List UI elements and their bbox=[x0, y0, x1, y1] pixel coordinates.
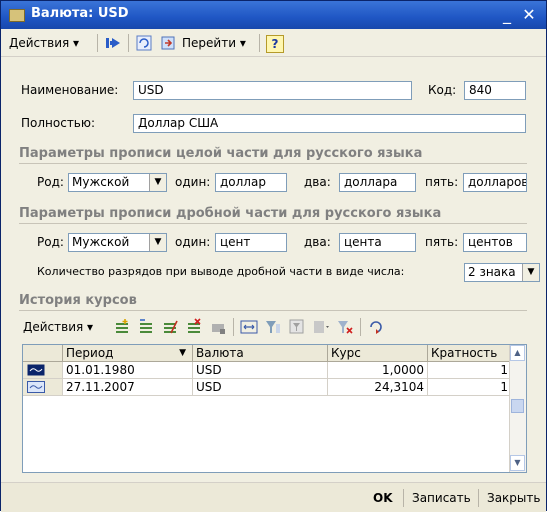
column-header-currency[interactable]: Валюта bbox=[193, 345, 328, 362]
refresh-icon[interactable] bbox=[135, 34, 153, 52]
digits-value: 2 знака bbox=[468, 265, 516, 279]
toolbar-separator bbox=[259, 34, 260, 52]
save-button[interactable]: Записать bbox=[412, 489, 471, 507]
name-field[interactable]: USD bbox=[133, 81, 412, 100]
integer-five-label: пять: bbox=[425, 175, 459, 189]
section-divider bbox=[19, 310, 527, 311]
chevron-down-icon[interactable]: ▼ bbox=[522, 264, 539, 281]
digits-label: Количество разрядов при выводе дробной ч… bbox=[37, 265, 405, 278]
chevron-down-icon[interactable]: ▼ bbox=[149, 174, 166, 191]
copy-row-icon[interactable] bbox=[137, 318, 155, 336]
edit-row-icon[interactable] bbox=[161, 318, 179, 336]
integer-one-field[interactable]: доллар bbox=[215, 173, 287, 192]
dialog-footer: OK Записать Закрыть bbox=[1, 482, 546, 512]
integer-gender-select[interactable]: Мужской ▼ bbox=[68, 173, 167, 192]
column-header-period-label: Период bbox=[66, 346, 114, 360]
table-vertical-scrollbar[interactable]: ▲ ▼ bbox=[509, 345, 526, 472]
history-section-title: История курсов bbox=[19, 293, 137, 308]
column-header-multiplier[interactable]: Кратность bbox=[428, 345, 512, 362]
integer-two-label: два: bbox=[304, 175, 331, 189]
fraction-section-title: Параметры прописи дробной части для русс… bbox=[19, 206, 442, 221]
record-icon bbox=[27, 364, 45, 376]
section-divider bbox=[19, 163, 527, 164]
help-icon[interactable]: ? bbox=[266, 35, 284, 53]
history-actions-label: Действия bbox=[23, 320, 84, 334]
goto-menu[interactable]: Перейти ▾ bbox=[182, 34, 246, 52]
cell-rate[interactable]: 24,3104 bbox=[328, 379, 428, 396]
delete-row-icon[interactable] bbox=[185, 318, 203, 336]
cell-rate[interactable]: 1,0000 bbox=[328, 362, 428, 379]
footer-separator bbox=[478, 489, 479, 507]
title-bar[interactable]: Валюта: USD _ ✕ bbox=[1, 1, 546, 29]
fraction-two-field[interactable]: цента bbox=[339, 233, 416, 252]
cell-currency[interactable]: USD bbox=[193, 379, 328, 396]
fullname-label: Полностью: bbox=[21, 116, 96, 130]
scroll-up-icon[interactable]: ▲ bbox=[510, 345, 525, 361]
name-label: Наименование: bbox=[21, 83, 119, 97]
cell-multiplier[interactable]: 1 bbox=[428, 362, 512, 379]
integer-one-label: один: bbox=[175, 175, 211, 189]
row-icon-cell bbox=[23, 362, 63, 379]
record-icon bbox=[27, 381, 45, 393]
refresh-icon[interactable] bbox=[367, 318, 385, 336]
integer-five-field[interactable]: долларов bbox=[463, 173, 527, 192]
toolbar-separator bbox=[97, 34, 98, 52]
digits-select[interactable]: 2 знака ▼ bbox=[464, 263, 540, 282]
minimize-button[interactable]: _ bbox=[497, 5, 517, 25]
integer-gender-value: Мужской bbox=[72, 175, 130, 189]
column-header-rate[interactable]: Курс bbox=[328, 345, 428, 362]
fraction-five-label: пять: bbox=[425, 235, 459, 249]
fullname-field[interactable]: Доллар США bbox=[133, 114, 526, 133]
clear-filter-icon[interactable] bbox=[336, 318, 354, 336]
fraction-two-label: два: bbox=[304, 235, 331, 249]
integer-section-title: Параметры прописи целой части для русско… bbox=[19, 146, 423, 161]
fraction-gender-value: Мужской bbox=[72, 235, 130, 249]
add-row-icon[interactable] bbox=[113, 318, 131, 336]
ok-button[interactable]: OK bbox=[373, 489, 393, 507]
fraction-one-label: один: bbox=[175, 235, 211, 249]
filter-history-icon[interactable] bbox=[312, 318, 330, 336]
actions-menu[interactable]: Действия ▾ bbox=[9, 34, 79, 52]
cell-multiplier[interactable]: 1 bbox=[428, 379, 512, 396]
chevron-down-icon[interactable]: ▼ bbox=[149, 234, 166, 251]
close-button[interactable]: ✕ bbox=[519, 5, 539, 25]
catalog-icon bbox=[9, 9, 25, 22]
open-form-icon[interactable] bbox=[159, 34, 177, 52]
cell-period[interactable]: 01.01.1980 bbox=[63, 362, 193, 379]
close-form-button[interactable]: Закрыть bbox=[487, 489, 540, 507]
column-header-period[interactable]: Период ▼ bbox=[63, 345, 193, 362]
table-header-icon-column bbox=[23, 345, 63, 362]
footer-separator bbox=[403, 489, 404, 507]
go-back-icon[interactable] bbox=[104, 34, 122, 52]
toolbar-separator bbox=[233, 318, 234, 336]
filter-icon[interactable] bbox=[264, 318, 282, 336]
fraction-five-field[interactable]: центов bbox=[463, 233, 527, 252]
filter-value-icon[interactable] bbox=[288, 318, 306, 336]
fraction-gender-label: Род: bbox=[37, 235, 64, 249]
interval-icon[interactable] bbox=[240, 318, 258, 336]
goto-menu-label: Перейти bbox=[182, 36, 236, 50]
integer-two-field[interactable]: доллара bbox=[339, 173, 416, 192]
integer-gender-label: Род: bbox=[37, 175, 64, 189]
code-field[interactable]: 840 bbox=[464, 81, 526, 100]
rates-table[interactable]: Период ▼ Валюта Курс Кратность 01.01.1980… bbox=[22, 344, 527, 473]
actions-menu-label: Действия bbox=[9, 36, 70, 50]
history-actions-menu[interactable]: Действия ▾ bbox=[23, 318, 93, 336]
scroll-thumb[interactable] bbox=[511, 399, 524, 413]
cell-currency[interactable]: USD bbox=[193, 362, 328, 379]
sort-arrow-icon: ▼ bbox=[179, 348, 186, 358]
currency-window: Валюта: USD _ ✕ Действия ▾ Перейти ▾ ? Н… bbox=[0, 0, 547, 512]
post-icon[interactable] bbox=[209, 318, 227, 336]
code-label: Код: bbox=[428, 83, 457, 97]
fraction-one-field[interactable]: цент bbox=[215, 233, 287, 252]
main-toolbar: Действия ▾ Перейти ▾ ? bbox=[1, 30, 546, 57]
section-divider bbox=[19, 223, 527, 224]
row-icon-cell bbox=[23, 379, 63, 396]
toolbar-separator bbox=[360, 318, 361, 336]
scroll-down-icon[interactable]: ▼ bbox=[510, 455, 525, 471]
cell-period[interactable]: 27.11.2007 bbox=[63, 379, 193, 396]
toolbar-separator bbox=[128, 34, 129, 52]
window-title: Валюта: USD bbox=[31, 6, 129, 21]
fraction-gender-select[interactable]: Мужской ▼ bbox=[68, 233, 167, 252]
